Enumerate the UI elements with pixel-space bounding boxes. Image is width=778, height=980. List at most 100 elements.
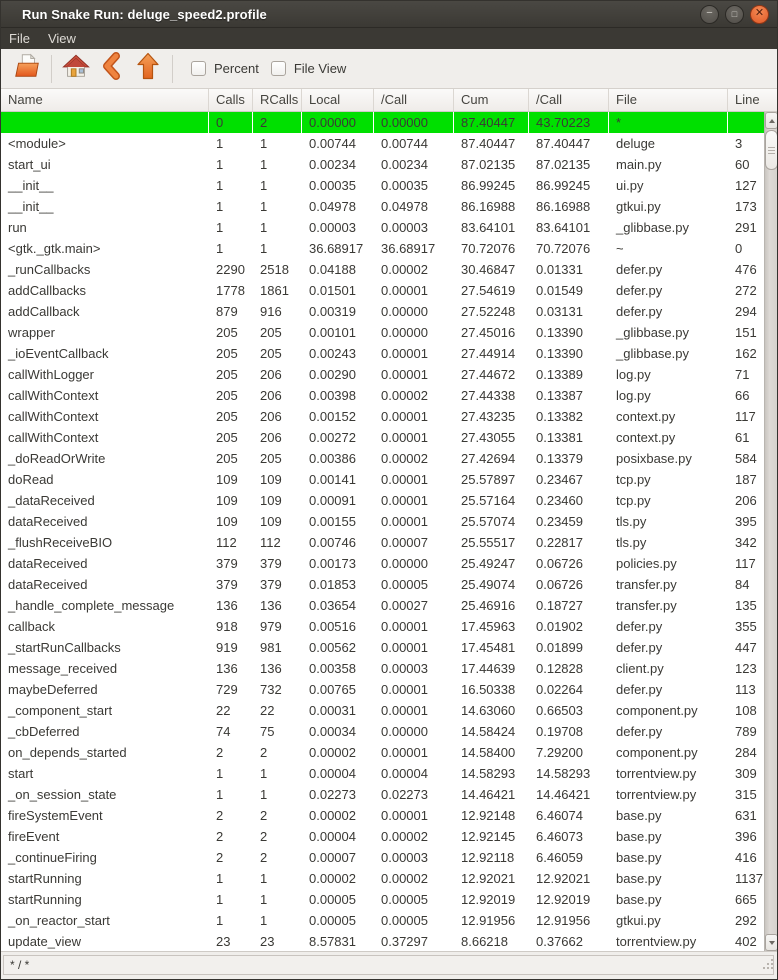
table-row[interactable]: <gtk._gtk.main> 1 1 36.68917 36.68917 70… bbox=[1, 238, 764, 259]
table-row[interactable]: _component_start 22 22 0.00031 0.00001 1… bbox=[1, 700, 764, 721]
table-row[interactable]: _on_session_state 1 1 0.02273 0.02273 14… bbox=[1, 784, 764, 805]
column-header[interactable]: Local bbox=[302, 89, 374, 111]
column-header[interactable]: RCalls bbox=[253, 89, 302, 111]
cell-line: 447 bbox=[728, 637, 764, 658]
cell-calls: 879 bbox=[209, 301, 253, 322]
scrollbar-thumb[interactable] bbox=[765, 130, 777, 170]
cell-local-percall: 0.00005 bbox=[374, 910, 454, 931]
cell-local: 0.00744 bbox=[302, 133, 374, 154]
table-row[interactable]: _flushReceiveBIO 112 112 0.00746 0.00007… bbox=[1, 532, 764, 553]
table-row[interactable]: start 1 1 0.00004 0.00004 14.58293 14.58… bbox=[1, 763, 764, 784]
table-row[interactable]: _doReadOrWrite 205 205 0.00386 0.00002 2… bbox=[1, 448, 764, 469]
resize-grip[interactable] bbox=[762, 957, 774, 975]
cell-cum-percall: 12.91956 bbox=[529, 910, 609, 931]
cell-calls: 1 bbox=[209, 133, 253, 154]
table-row[interactable]: __init__ 1 1 0.00035 0.00035 86.99245 86… bbox=[1, 175, 764, 196]
column-header[interactable]: Line bbox=[728, 89, 764, 111]
table-row[interactable]: run 1 1 0.00003 0.00003 83.64101 83.6410… bbox=[1, 217, 764, 238]
table-row[interactable]: start_ui 1 1 0.00234 0.00234 87.02135 87… bbox=[1, 154, 764, 175]
cell-line: 117 bbox=[728, 553, 764, 574]
table-row[interactable]: message_received 136 136 0.00358 0.00003… bbox=[1, 658, 764, 679]
table-row[interactable]: callWithContext 205 206 0.00398 0.00002 … bbox=[1, 385, 764, 406]
table-row[interactable]: callWithContext 205 206 0.00272 0.00001 … bbox=[1, 427, 764, 448]
cell-rcalls: 206 bbox=[253, 385, 302, 406]
table-row[interactable]: _runCallbacks 2290 2518 0.04188 0.00002 … bbox=[1, 259, 764, 280]
cell-file: torrentview.py bbox=[609, 931, 728, 951]
cell-local: 0.00002 bbox=[302, 868, 374, 889]
titlebar[interactable]: Run Snake Run: deluge_speed2.profile − □… bbox=[1, 1, 777, 28]
cell-rcalls: 2 bbox=[253, 847, 302, 868]
open-file-button[interactable] bbox=[9, 52, 45, 86]
cell-rcalls: 979 bbox=[253, 616, 302, 637]
menu-view[interactable]: View bbox=[48, 31, 76, 46]
table-row[interactable]: addCallbacks 1778 1861 0.01501 0.00001 2… bbox=[1, 280, 764, 301]
table-row[interactable]: _dataReceived 109 109 0.00091 0.00001 25… bbox=[1, 490, 764, 511]
table-row[interactable]: dataReceived 379 379 0.00173 0.00000 25.… bbox=[1, 553, 764, 574]
table-row[interactable]: doRead 109 109 0.00141 0.00001 25.57897 … bbox=[1, 469, 764, 490]
table-row[interactable]: callback 918 979 0.00516 0.00001 17.4596… bbox=[1, 616, 764, 637]
cell-local-percall: 0.00007 bbox=[374, 532, 454, 553]
column-header[interactable]: /Call bbox=[529, 89, 609, 111]
table-row[interactable]: dataReceived 109 109 0.00155 0.00001 25.… bbox=[1, 511, 764, 532]
table-row[interactable]: update_view 23 23 8.57831 0.37297 8.6621… bbox=[1, 931, 764, 951]
cell-local-percall: 0.00744 bbox=[374, 133, 454, 154]
cell-calls: 109 bbox=[209, 511, 253, 532]
cell-cum: 16.50338 bbox=[454, 679, 529, 700]
table-row[interactable]: startRunning 1 1 0.00002 0.00002 12.9202… bbox=[1, 868, 764, 889]
percent-checkbox[interactable] bbox=[191, 61, 206, 76]
table-row[interactable]: startRunning 1 1 0.00005 0.00005 12.9201… bbox=[1, 889, 764, 910]
table-row[interactable]: callWithContext 205 206 0.00152 0.00001 … bbox=[1, 406, 764, 427]
column-header[interactable]: File bbox=[609, 89, 728, 111]
cell-calls: 1 bbox=[209, 196, 253, 217]
table-row[interactable]: addCallback 879 916 0.00319 0.00000 27.5… bbox=[1, 301, 764, 322]
file-view-checkbox[interactable] bbox=[271, 61, 286, 76]
cell-cum: 27.43055 bbox=[454, 427, 529, 448]
close-button[interactable]: ✕ bbox=[750, 5, 769, 24]
cell-calls: 2 bbox=[209, 805, 253, 826]
up-button[interactable] bbox=[130, 52, 166, 86]
cell-name: callback bbox=[1, 616, 209, 637]
table-row[interactable]: _handle_complete_message 136 136 0.03654… bbox=[1, 595, 764, 616]
home-button[interactable] bbox=[58, 52, 94, 86]
maximize-button[interactable]: □ bbox=[725, 5, 744, 24]
table-row[interactable]: on_depends_started 2 2 0.00002 0.00001 1… bbox=[1, 742, 764, 763]
cell-local-percall: 0.00000 bbox=[374, 112, 454, 133]
menu-file[interactable]: File bbox=[9, 31, 30, 46]
table-row[interactable]: fireSystemEvent 2 2 0.00002 0.00001 12.9… bbox=[1, 805, 764, 826]
table-row[interactable]: _on_reactor_start 1 1 0.00005 0.00005 12… bbox=[1, 910, 764, 931]
back-button[interactable] bbox=[94, 52, 130, 86]
table-row[interactable]: __init__ 1 1 0.04978 0.04978 86.16988 86… bbox=[1, 196, 764, 217]
table-row[interactable]: _cbDeferred 74 75 0.00034 0.00000 14.584… bbox=[1, 721, 764, 742]
cell-line: 113 bbox=[728, 679, 764, 700]
table-row[interactable]: dataReceived 379 379 0.01853 0.00005 25.… bbox=[1, 574, 764, 595]
cell-local: 0.00034 bbox=[302, 721, 374, 742]
minimize-button[interactable]: − bbox=[700, 5, 719, 24]
cell-rcalls: 206 bbox=[253, 364, 302, 385]
column-header[interactable]: Cum bbox=[454, 89, 529, 111]
cell-file: log.py bbox=[609, 364, 728, 385]
cell-file: _glibbase.py bbox=[609, 217, 728, 238]
cell-rcalls: 109 bbox=[253, 469, 302, 490]
table-row[interactable]: callWithLogger 205 206 0.00290 0.00001 2… bbox=[1, 364, 764, 385]
cell-name: callWithContext bbox=[1, 427, 209, 448]
vertical-scrollbar[interactable] bbox=[764, 112, 777, 951]
table-row[interactable]: _startRunCallbacks 919 981 0.00562 0.000… bbox=[1, 637, 764, 658]
table-row[interactable]: maybeDeferred 729 732 0.00765 0.00001 16… bbox=[1, 679, 764, 700]
table-row[interactable]: _ioEventCallback 205 205 0.00243 0.00001… bbox=[1, 343, 764, 364]
cell-name: wrapper bbox=[1, 322, 209, 343]
cell-line: 151 bbox=[728, 322, 764, 343]
column-header[interactable]: Name bbox=[1, 89, 209, 111]
table-row[interactable]: <module> 1 1 0.00744 0.00744 87.40447 87… bbox=[1, 133, 764, 154]
table-row[interactable]: fireEvent 2 2 0.00004 0.00002 12.92145 6… bbox=[1, 826, 764, 847]
cell-calls: 109 bbox=[209, 469, 253, 490]
table-row[interactable]: 0 2 0.00000 0.00000 87.40447 43.70223 * bbox=[1, 112, 764, 133]
table-row[interactable]: _continueFiring 2 2 0.00007 0.00003 12.9… bbox=[1, 847, 764, 868]
column-header[interactable]: /Call bbox=[374, 89, 454, 111]
thumb-grip bbox=[768, 150, 775, 151]
scroll-up-button[interactable] bbox=[765, 112, 777, 129]
column-header[interactable]: Calls bbox=[209, 89, 253, 111]
cell-file: transfer.py bbox=[609, 574, 728, 595]
cell-cum-percall: 14.46421 bbox=[529, 784, 609, 805]
scroll-down-button[interactable] bbox=[765, 934, 777, 951]
table-row[interactable]: wrapper 205 205 0.00101 0.00000 27.45016… bbox=[1, 322, 764, 343]
